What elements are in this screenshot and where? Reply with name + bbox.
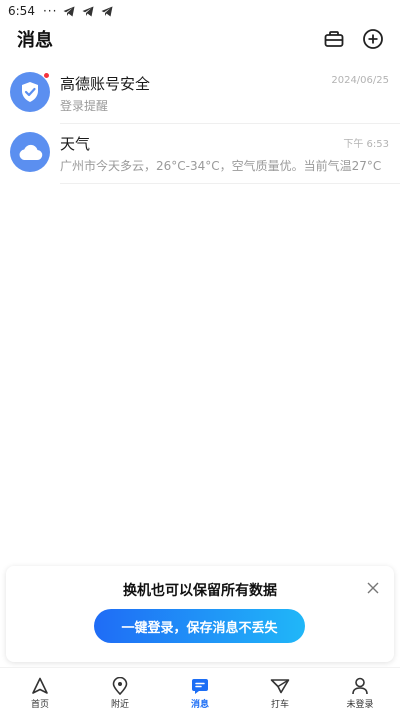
cloud-icon (19, 144, 43, 161)
tab-label: 打车 (270, 700, 289, 710)
message-item-account-security[interactable]: 高德账号安全 2024/06/25 登录提醒 (0, 64, 400, 124)
message-preview: 登录提醒 (60, 99, 109, 113)
shield-check-icon (22, 82, 38, 102)
tab-profile[interactable]: 未登录 (320, 668, 400, 711)
tab-nearby[interactable]: 附近 (80, 668, 160, 711)
tab-home[interactable]: 首页 (0, 668, 80, 711)
avatar (10, 132, 50, 172)
tab-messages[interactable]: 消息 (160, 668, 240, 711)
add-button[interactable] (361, 27, 385, 51)
toolbox-icon (324, 31, 344, 47)
tab-label: 消息 (190, 700, 209, 710)
message-time: 下午 6:53 (343, 139, 389, 150)
unread-dot (43, 72, 50, 79)
message-preview: 广州市今天多云，26°C-34°C，空气质量优。当前气温27°C (60, 159, 382, 173)
login-prompt-title: 换机也可以保留所有数据 (123, 583, 277, 599)
telegram-icon (82, 6, 94, 16)
status-time: 6:54 (8, 4, 35, 18)
message-list: 高德账号安全 2024/06/25 登录提醒 天气 下午 6:53 广州市今天多… (0, 64, 400, 184)
more-notifications-icon: ··· (42, 4, 58, 18)
message-item-weather[interactable]: 天气 下午 6:53 广州市今天多云，26°C-34°C，空气质量优。当前气温2… (0, 124, 400, 184)
header: 消息 (0, 22, 400, 58)
navigation-arrow-icon (30, 677, 50, 695)
page-title: 消息 (17, 30, 53, 51)
tab-taxi[interactable]: 打车 (240, 668, 320, 711)
chat-bubble-icon (190, 677, 210, 695)
message-sender: 天气 (60, 135, 91, 153)
one-click-login-button[interactable]: 一键登录，保存消息不丢失 (94, 609, 305, 643)
location-pin-icon (110, 677, 130, 695)
telegram-icon (63, 6, 75, 16)
tab-label: 首页 (30, 700, 49, 710)
toolbox-button[interactable] (322, 28, 346, 50)
plus-circle-icon (363, 29, 383, 49)
status-bar: 6:54 ··· (0, 0, 400, 22)
tab-label: 附近 (110, 700, 129, 710)
message-time: 2024/06/25 (331, 75, 389, 86)
telegram-icon (101, 6, 113, 16)
message-sender: 高德账号安全 (60, 75, 151, 93)
taxi-icon (270, 677, 290, 695)
divider (60, 183, 400, 184)
close-button[interactable] (366, 581, 380, 595)
bottom-tab-bar: 首页 附近 消息 打车 未登录 (0, 667, 400, 711)
login-prompt-card: 换机也可以保留所有数据 一键登录，保存消息不丢失 (6, 566, 394, 662)
tab-label: 未登录 (346, 700, 374, 710)
close-icon (367, 582, 379, 594)
user-icon (350, 677, 370, 695)
